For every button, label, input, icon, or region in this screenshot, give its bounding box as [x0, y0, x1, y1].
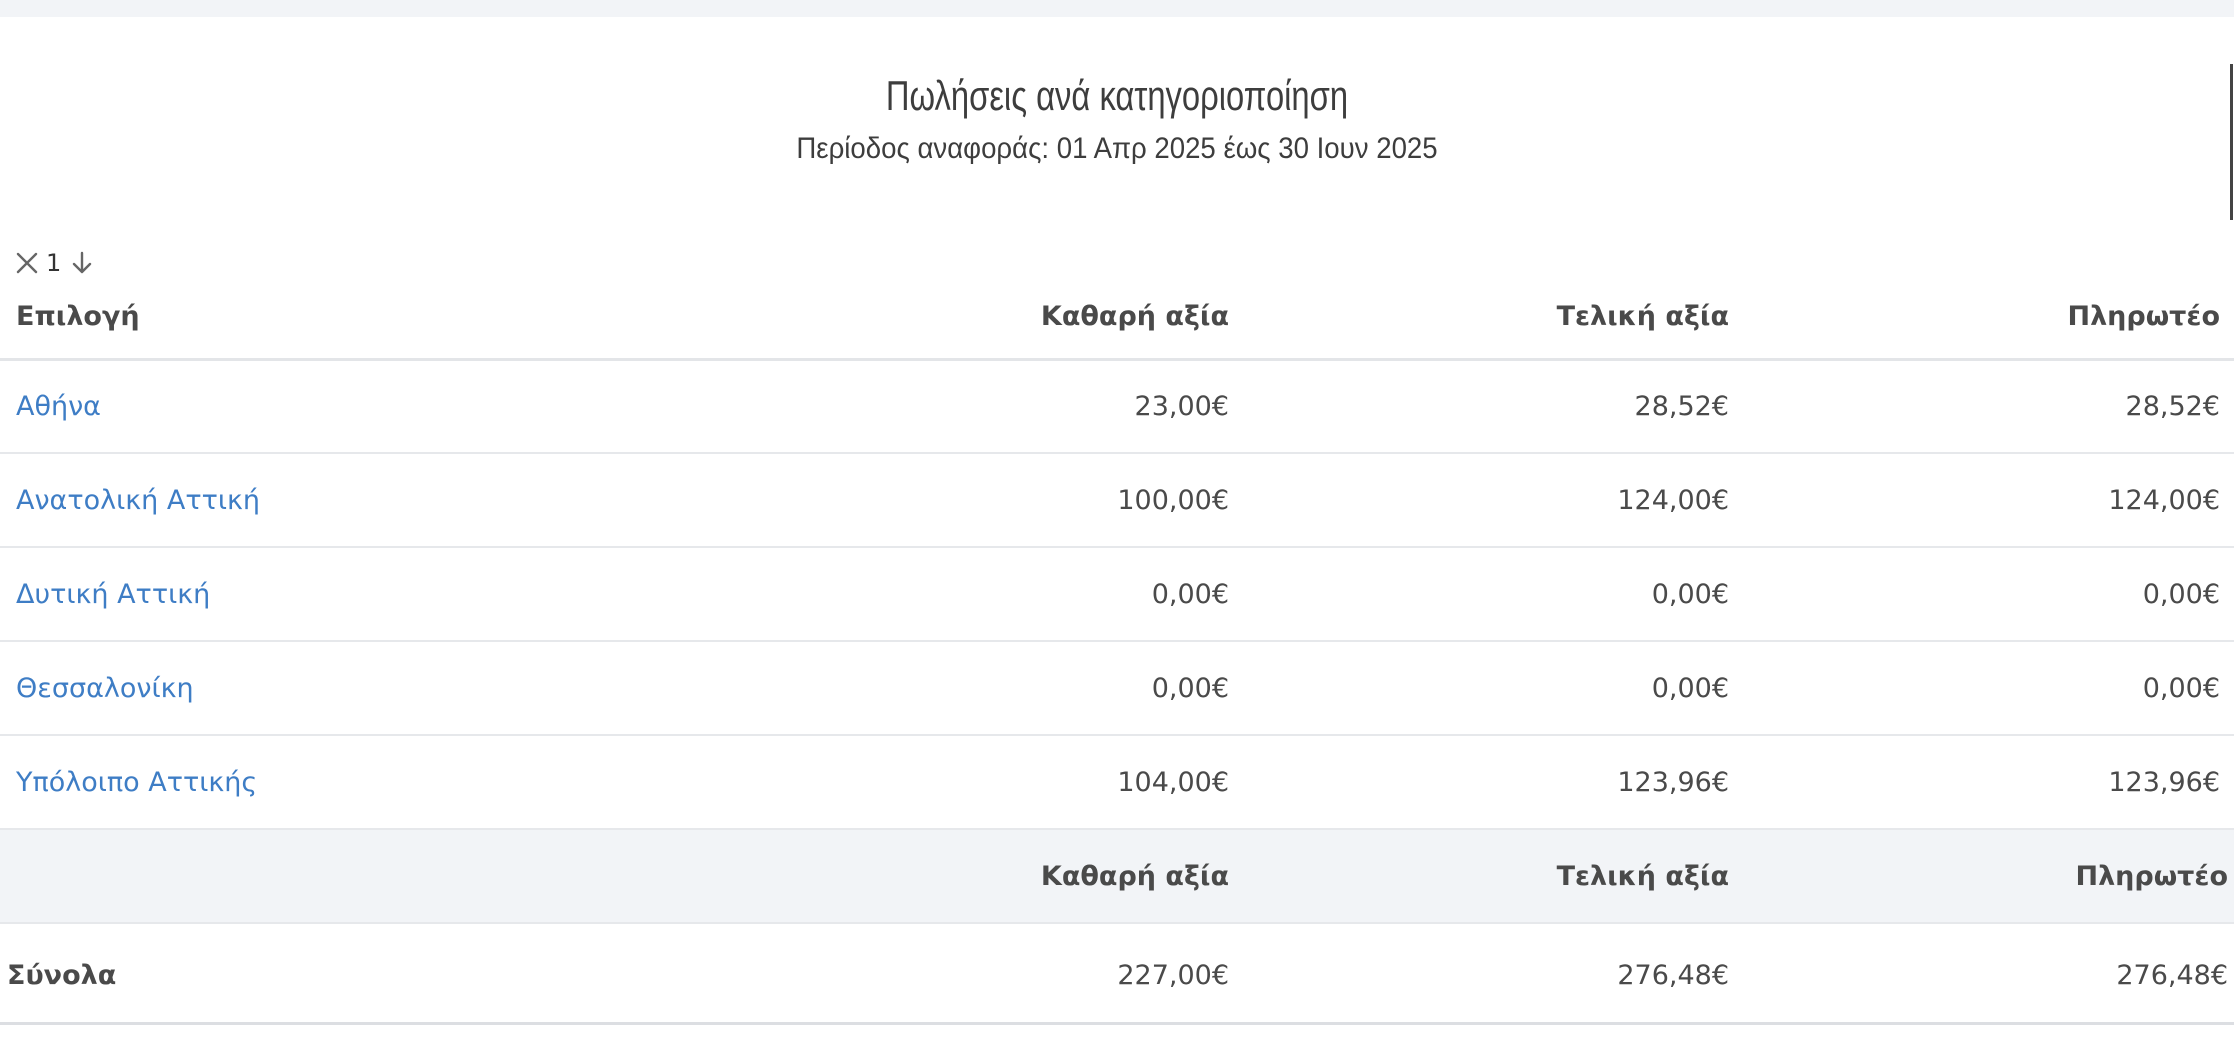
- sort-count: 1: [46, 249, 62, 277]
- row-payable-value: 124,00€: [1745, 453, 2234, 548]
- table-row: Θεσσαλονίκη 0,00€ 0,00€ 0,00€: [0, 641, 2234, 736]
- close-icon[interactable]: [14, 250, 40, 276]
- row-final-value: 28,52€: [1245, 359, 1745, 454]
- row-payable-value: 0,00€: [1745, 641, 2234, 736]
- totals-header-empty: [0, 829, 740, 924]
- sales-table: Επιλογή Καθαρή αξία Τελική αξία Πληρωτέο…: [0, 280, 2234, 1025]
- totals-header-final: Τελική αξία: [1245, 829, 1745, 924]
- row-final-value: 0,00€: [1245, 641, 1745, 736]
- row-net-value: 0,00€: [740, 641, 1245, 736]
- row-payable-value: 0,00€: [1745, 547, 2234, 642]
- table-row: Ανατολική Αττική 100,00€ 124,00€ 124,00€: [0, 453, 2234, 548]
- row-net-value: 100,00€: [740, 453, 1245, 548]
- top-band: [0, 0, 2234, 17]
- totals-row: Σύνολα 227,00€ 276,48€ 276,48€: [0, 923, 2234, 1025]
- totals-final-value: 276,48€: [1245, 923, 1745, 1025]
- row-net-value: 23,00€: [740, 359, 1245, 454]
- row-final-value: 124,00€: [1245, 453, 1745, 548]
- table-row: Αθήνα 23,00€ 28,52€ 28,52€: [0, 359, 2234, 454]
- report-period: Περίοδος αναφοράς: 01 Απρ 2025 έως 30 Ιο…: [796, 132, 1438, 165]
- totals-header-net: Καθαρή αξία: [740, 829, 1245, 924]
- row-net-value: 0,00€: [740, 547, 1245, 642]
- row-net-value: 104,00€: [740, 735, 1245, 830]
- totals-payable-value: 276,48€: [1745, 923, 2234, 1025]
- table-row: Υπόλοιπο Αττικής 104,00€ 123,96€ 123,96€: [0, 735, 2234, 830]
- totals-header-row: Καθαρή αξία Τελική αξία Πληρωτέο: [0, 829, 2234, 924]
- column-header-net[interactable]: Καθαρή αξία: [740, 280, 1245, 361]
- totals-label: Σύνολα: [0, 923, 740, 1025]
- header-row: Επιλογή Καθαρή αξία Τελική αξία Πληρωτέο: [0, 280, 2234, 361]
- column-header-payable[interactable]: Πληρωτέο: [1745, 280, 2234, 361]
- sort-indicator: 1: [14, 246, 95, 280]
- table-row: Δυτική Αττική 0,00€ 0,00€ 0,00€: [0, 547, 2234, 642]
- totals-net-value: 227,00€: [740, 923, 1245, 1025]
- row-name-link[interactable]: Ανατολική Αττική: [0, 453, 740, 548]
- row-final-value: 123,96€: [1245, 735, 1745, 830]
- column-header-option[interactable]: Επιλογή: [0, 280, 740, 361]
- totals-header-payable: Πληρωτέο: [1745, 829, 2234, 924]
- column-header-final[interactable]: Τελική αξία: [1245, 280, 1745, 361]
- scrollbar[interactable]: [2230, 64, 2233, 220]
- row-name-link[interactable]: Υπόλοιπο Αττικής: [0, 735, 740, 830]
- row-name-link[interactable]: Θεσσαλονίκη: [0, 641, 740, 736]
- row-payable-value: 28,52€: [1745, 359, 2234, 454]
- row-payable-value: 123,96€: [1745, 735, 2234, 830]
- report-title: Πωλήσεις ανά κατηγοριοποίηση: [885, 72, 1349, 119]
- arrow-down-icon[interactable]: [69, 250, 95, 276]
- row-final-value: 0,00€: [1245, 547, 1745, 642]
- row-name-link[interactable]: Δυτική Αττική: [0, 547, 740, 642]
- row-name-link[interactable]: Αθήνα: [0, 359, 740, 454]
